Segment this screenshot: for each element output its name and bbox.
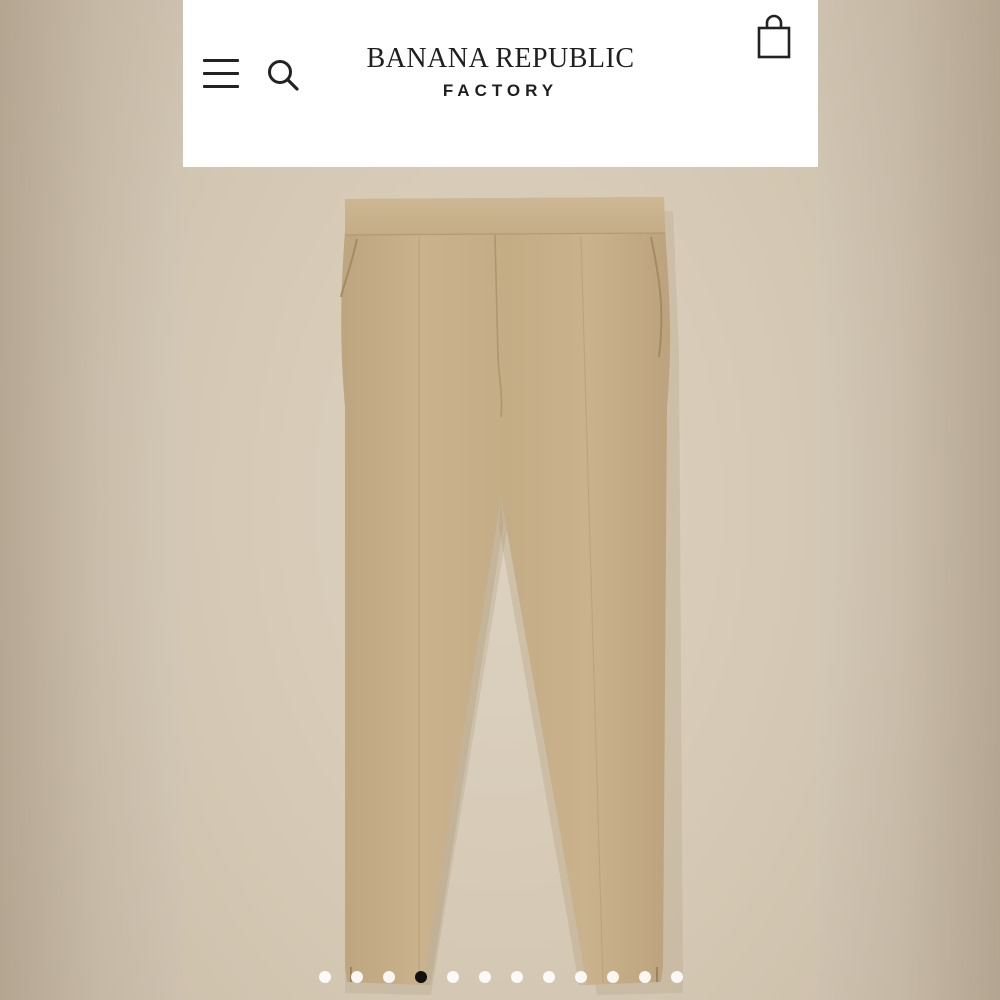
carousel-dot[interactable] xyxy=(510,971,523,983)
shopping-bag-icon[interactable] xyxy=(756,14,792,60)
carousel-dot[interactable] xyxy=(606,971,619,983)
site-header: BANANA REPUBLIC FACTORY xyxy=(183,0,818,167)
carousel-dot[interactable] xyxy=(446,971,459,983)
brand-name: BANANA REPUBLIC xyxy=(366,43,635,74)
khaki-pants-image xyxy=(340,197,683,995)
phone-screen: BANANA REPUBLIC FACTORY xyxy=(183,0,818,1000)
carousel-dot[interactable] xyxy=(638,971,651,983)
product-image-area[interactable] xyxy=(183,167,818,1000)
search-icon[interactable] xyxy=(266,58,300,92)
carousel-dot[interactable] xyxy=(382,971,395,983)
carousel-dots xyxy=(183,967,818,987)
menu-icon[interactable] xyxy=(203,58,239,88)
carousel-dot-active[interactable] xyxy=(414,971,427,983)
carousel-dot[interactable] xyxy=(574,971,587,983)
carousel-dot[interactable] xyxy=(478,971,491,983)
carousel-dot[interactable] xyxy=(542,971,555,983)
carousel-dot[interactable] xyxy=(670,971,683,983)
carousel-dot[interactable] xyxy=(318,971,331,983)
brand-logo[interactable]: BANANA REPUBLIC FACTORY xyxy=(333,42,668,102)
carousel-dot[interactable] xyxy=(350,971,363,983)
brand-subtitle: FACTORY xyxy=(442,81,559,100)
